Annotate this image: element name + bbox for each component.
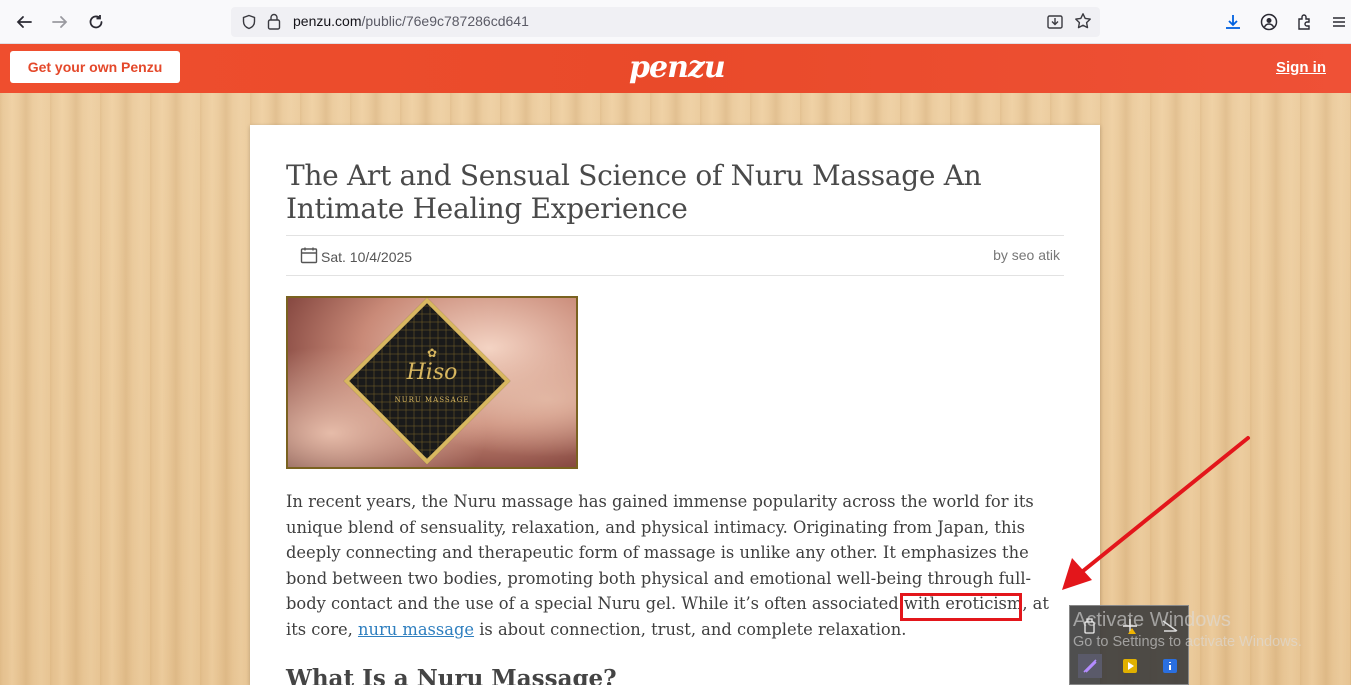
reload-icon[interactable] (82, 8, 110, 36)
lock-icon[interactable] (267, 13, 281, 34)
annotation-arrow-icon (1062, 436, 1250, 590)
bookmark-star-icon[interactable] (1074, 12, 1092, 34)
extensions-icon[interactable] (1294, 11, 1316, 33)
article-title: The Art and Sensual Science of Nuru Mass… (286, 159, 982, 225)
activate-windows-subtitle: Go to Settings to activate Windows. (1073, 634, 1302, 650)
get-your-own-penzu-button[interactable]: Get your own Penzu (10, 51, 180, 83)
media-player-icon[interactable] (1118, 654, 1142, 678)
calendar-icon (300, 246, 318, 267)
article-meta: Sat. 10/4/2025 by seo atik (286, 235, 1064, 276)
highlight-box (900, 593, 1022, 621)
save-page-icon[interactable] (1046, 13, 1064, 35)
sign-in-link[interactable]: Sign in (1276, 59, 1326, 76)
article-author: by seo atik (993, 247, 1060, 263)
pen-app-icon[interactable] (1078, 654, 1102, 678)
back-icon[interactable] (10, 8, 38, 36)
site-header: Get your own Penzu penzu Sign in (0, 44, 1351, 93)
image-brand-text: Hiso (406, 360, 458, 385)
paragraph-text-end: is about connection, trust, and complete… (474, 619, 907, 639)
info-app-icon[interactable] (1158, 654, 1182, 678)
browser-toolbar: penzu.com/public/76e9c787286cd641 (0, 0, 1351, 44)
image-subtitle-text: NURU MASSAGE (394, 396, 470, 404)
date-text: Sat. 10/4/2025 (321, 248, 413, 265)
article-date: Sat. 10/4/2025 (300, 246, 412, 267)
nuru-massage-link[interactable]: nuru massage (358, 620, 474, 639)
section-heading: What Is a Nuru Massage? (286, 665, 617, 685)
activate-windows-title: Activate Windows (1073, 609, 1231, 631)
forward-icon[interactable] (46, 8, 74, 36)
account-icon[interactable] (1258, 11, 1280, 33)
url-text[interactable]: penzu.com/public/76e9c787286cd641 (293, 13, 529, 29)
shield-icon[interactable] (241, 14, 257, 34)
url-path: /public/76e9c787286cd641 (361, 13, 529, 29)
downloads-icon[interactable] (1222, 11, 1244, 33)
flower-emblem-icon: ✿ (426, 346, 438, 360)
penzu-logo[interactable]: penzu (629, 50, 726, 85)
article-image: ✿ Hiso NURU MASSAGE (286, 296, 578, 469)
url-domain: penzu.com (293, 13, 362, 29)
menu-icon[interactable] (1328, 11, 1350, 33)
address-bar[interactable]: penzu.com/public/76e9c787286cd641 (231, 7, 1100, 37)
